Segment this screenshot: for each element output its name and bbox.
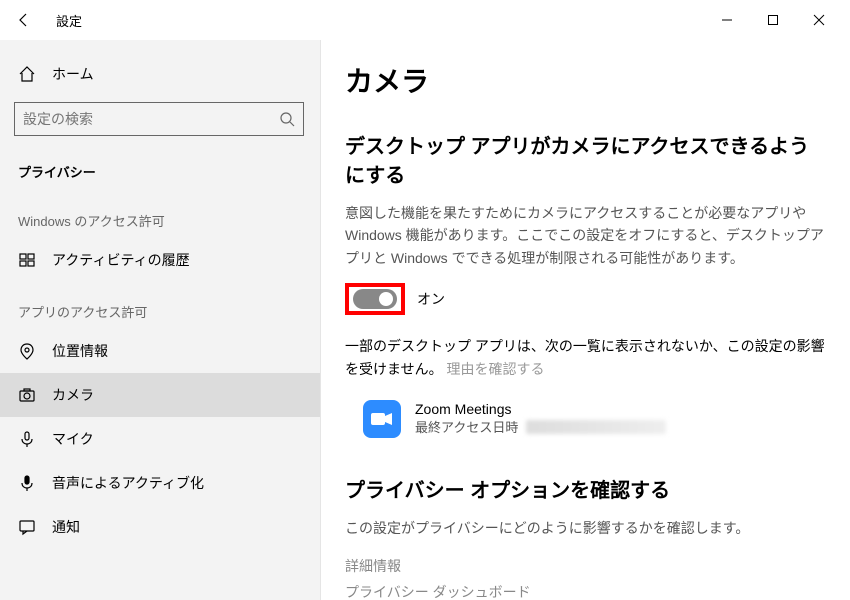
activity-history-icon (18, 251, 36, 269)
sidebar-item-label: 通知 (52, 517, 80, 537)
sidebar-item-microphone[interactable]: マイク (0, 417, 320, 461)
microphone-icon (18, 430, 36, 448)
toggle-state-label: オン (417, 289, 445, 309)
content-area: カメラ デスクトップ アプリがカメラにアクセスできるようにする 意図した機能を果… (320, 40, 850, 600)
section-privacy-options-desc: この設定がプライバシーにどのように影響するかを確認します。 (345, 517, 826, 539)
sidebar-item-label: マイク (52, 429, 94, 449)
desktop-apps-note: 一部のデスクトップ アプリは、次の一覧に表示されないか、この設定の影響を受けませ… (345, 335, 826, 380)
search-input[interactable] (23, 111, 279, 127)
sidebar-home-label: ホーム (52, 64, 94, 84)
sidebar-item-label: 音声によるアクティブ化 (52, 473, 204, 493)
zoom-app-icon (363, 400, 401, 438)
location-icon (18, 342, 36, 360)
close-button[interactable] (796, 4, 842, 36)
titlebar: 設定 (0, 0, 850, 40)
minimize-button[interactable] (704, 4, 750, 36)
search-icon (279, 111, 295, 127)
app-name: Zoom Meetings (415, 401, 666, 417)
search-box[interactable] (14, 102, 304, 136)
camera-access-toggle[interactable] (353, 289, 397, 309)
sidebar-group-app-perms: アプリのアクセス許可 (0, 282, 320, 329)
back-button[interactable] (8, 4, 40, 36)
sidebar-item-activity-history[interactable]: アクティビティの履歴 (0, 238, 320, 282)
sidebar-item-label: カメラ (52, 385, 94, 405)
sidebar-item-location[interactable]: 位置情報 (0, 329, 320, 373)
maximize-button[interactable] (750, 4, 796, 36)
app-last-access-label: 最終アクセス日時 (415, 417, 518, 436)
toggle-knob (379, 292, 393, 306)
sidebar-item-label: アクティビティの履歴 (52, 250, 190, 270)
app-list-item: Zoom Meetings 最終アクセス日時 (345, 394, 826, 444)
sidebar-home[interactable]: ホーム (0, 56, 320, 92)
sidebar-item-voice-activation[interactable]: 音声によるアクティブ化 (0, 461, 320, 505)
sidebar: ホーム プライバシー Windows のアクセス許可 アクティビティの履歴 アプ… (0, 40, 320, 600)
page-title: カメラ (345, 60, 826, 100)
notifications-icon (18, 518, 36, 536)
learn-why-link[interactable]: 理由を確認する (446, 361, 544, 377)
sidebar-item-camera[interactable]: カメラ (0, 373, 320, 417)
sidebar-group-windows-perms: Windows のアクセス許可 (0, 191, 320, 238)
voice-activation-icon (18, 474, 36, 492)
link-privacy-dashboard[interactable]: プライバシー ダッシュボード (345, 579, 826, 600)
section-privacy-options-title: プライバシー オプションを確認する (345, 474, 826, 503)
sidebar-item-notifications[interactable]: 通知 (0, 505, 320, 549)
sidebar-item-label: 位置情報 (52, 341, 108, 361)
link-more-info[interactable]: 詳細情報 (345, 553, 826, 579)
toggle-highlight-frame (345, 283, 405, 315)
home-icon (18, 65, 36, 83)
window-title: 設定 (56, 11, 82, 30)
camera-icon (18, 386, 36, 404)
section-desktop-apps-desc: 意図した機能を果たすためにカメラにアクセスすることが必要なアプリや Window… (345, 202, 826, 269)
section-desktop-apps-title: デスクトップ アプリがカメラにアクセスできるようにする (345, 130, 826, 188)
sidebar-section-privacy: プライバシー (0, 150, 320, 191)
app-last-access-value-redacted (526, 420, 666, 434)
